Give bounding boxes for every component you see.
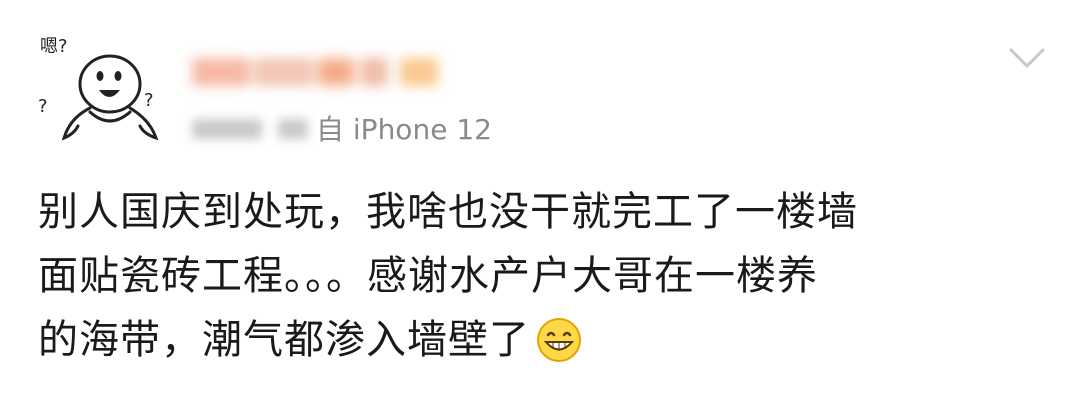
post-source: 自 iPhone 12 xyxy=(316,113,492,146)
post-content-line-last: 的海带，潮气都渗入墙壁了 xyxy=(38,308,1048,382)
post-content-line-text: 的海带，潮气都渗入墙壁了 xyxy=(38,317,530,363)
post-content: 别人国庆到处玩，我啥也没干就完工了一楼墙 面贴瓷砖工程。。。感谢水产户大哥在一楼… xyxy=(38,180,1048,382)
grinning-face-icon xyxy=(536,317,582,382)
post-content-line: 别人国庆到处玩，我啥也没干就完工了一楼墙 xyxy=(38,189,858,235)
blurred-timestamp xyxy=(192,116,312,142)
avatar-sketch-icon: 嗯? ? ? xyxy=(38,36,159,141)
chevron-down-icon xyxy=(1009,48,1045,68)
post-meta: 自 iPhone 12 xyxy=(192,108,592,152)
post-content-line: 面贴瓷砖工程。。。感谢水产户大哥在一楼养 xyxy=(38,253,818,299)
post-menu-chevron[interactable] xyxy=(1005,40,1049,76)
avatar-text-q1: ? xyxy=(38,96,48,117)
blurred-username[interactable] xyxy=(192,52,442,92)
user-avatar[interactable]: 嗯? ? ? xyxy=(38,30,166,158)
avatar-text-top: 嗯? xyxy=(40,36,68,57)
avatar-text-q2: ? xyxy=(144,90,154,111)
weibo-post: 嗯? ? ? 自 iPhone 12 别人国庆到处玩，我啥也没干就完工了一楼墙 … xyxy=(0,0,1080,401)
